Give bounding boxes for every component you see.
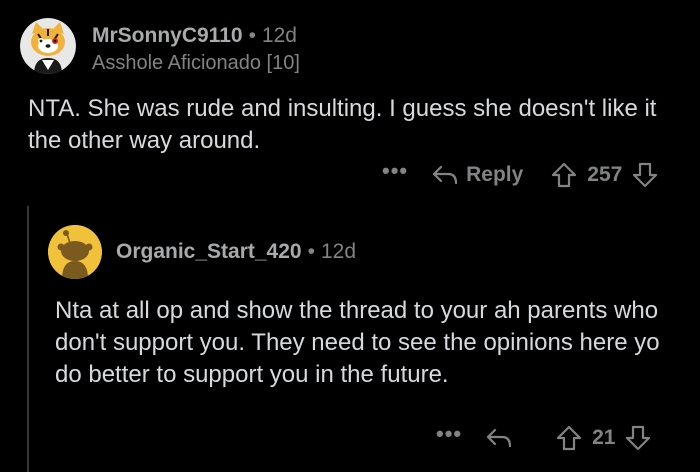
reply-author[interactable]: Organic_Start_420 [116,240,302,263]
comment-author[interactable]: MrSonnyC9110 [92,24,243,47]
separator-dot: • [248,24,256,47]
vote-controls: 21 [556,425,651,451]
upvote-arrow-icon[interactable] [551,162,577,188]
user-avatar-icon [20,18,76,74]
comment-actions: ••• Reply 257 [382,160,658,190]
reply-label: Reply [466,163,524,186]
more-options-icon[interactable]: ••• [382,160,408,184]
comment: MrSonnyC9110 • 12d Asshole Aficionado [10]… [0,0,700,200]
vote-score: 257 [587,163,623,186]
avatar[interactable] [20,18,76,74]
user-flair: Asshole Aficionado [10] [92,52,300,74]
reply-button[interactable]: Reply [432,163,523,187]
reply-actions: ••• 21 [436,423,651,453]
reply-avatar[interactable] [48,225,102,279]
thread-line[interactable] [27,206,29,472]
comment-body: NTA. She was rude and insulting. I guess… [28,95,657,154]
more-options-icon[interactable]: ••• [436,423,462,447]
reply-author-line: Organic_Start_420 • 12d [116,240,356,264]
downvote-arrow-icon[interactable] [632,162,658,188]
vote-controls: 257 [551,162,658,188]
reply-body: Nta at all op and show the thread to you… [55,297,660,388]
reply-age: 12d [320,240,357,263]
comment-author-line: MrSonnyC9110 • 12d [92,24,297,48]
separator-dot: • [307,240,315,263]
reply-arrow-icon [433,165,458,185]
snoo-avatar-icon [48,225,102,279]
reply-button[interactable] [486,427,520,449]
reply-arrow-icon [487,428,512,448]
downvote-arrow-icon[interactable] [625,425,651,451]
comment-age: 12d [261,24,297,47]
vote-score: 21 [592,426,616,449]
upvote-arrow-icon[interactable] [556,425,582,451]
